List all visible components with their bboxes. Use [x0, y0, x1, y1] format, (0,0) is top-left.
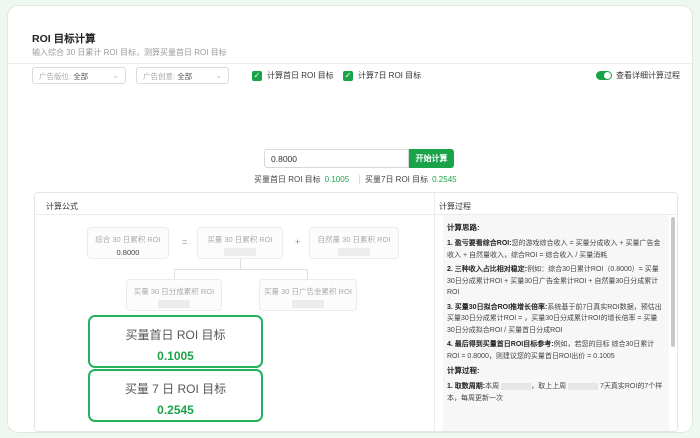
- node-total-roi: 综合 30 日累积 ROI 0.8000: [87, 227, 169, 259]
- process-step: 3. 买量30日拟合ROI推增长倍率:系统基于前7日真实ROI数据，预估出买量3…: [447, 302, 665, 337]
- calc-day7-label: 计算7日 ROI 目标: [358, 71, 422, 80]
- node-paid-roi: 买量 30 日累积 ROI: [197, 227, 283, 259]
- process-step: 1. 取数周期:本周 ，取上上周 7天真实ROI的7个样本，每周更新一次: [447, 381, 665, 404]
- chevron-down-icon: ⌄: [112, 71, 119, 80]
- calc-step-text-2: ，取上上周: [531, 383, 567, 390]
- node-total-value: 0.8000: [116, 248, 140, 257]
- result-divider: [359, 175, 360, 184]
- node-natural-value-blank: [338, 248, 370, 256]
- start-calc-button[interactable]: 开始计算: [409, 149, 454, 168]
- node-adrev-roi: 买量 30 日广告金累积 ROI: [259, 279, 357, 311]
- node-share-value-blank: [158, 300, 190, 308]
- panel-vertical-divider: [434, 193, 435, 431]
- redacted-block: [501, 382, 532, 390]
- calc-step-text-1: 本周: [485, 383, 500, 390]
- calc-day1-label: 计算首日 ROI 目标: [267, 71, 334, 80]
- page-subtitle: 输入综合 30 日累计 ROI 目标，测算买量首日 ROI 目标: [32, 48, 227, 57]
- process-step: 2. 三种收入占比相对稳定:例如：综合30日累计ROI（0.8000）= 买量3…: [447, 264, 665, 299]
- equals-sign: =: [182, 237, 188, 247]
- chevron-down-icon: ⌄: [215, 71, 222, 80]
- tree-connector: [240, 259, 241, 269]
- process-title: 计算过程: [439, 202, 471, 211]
- node-paid-value-blank: [224, 248, 256, 256]
- day1-result-label: 买量首日 ROI 目标: [254, 175, 321, 184]
- roi-calculator-window: ROI 目标计算 输入综合 30 日累计 ROI 目标，测算买量首日 ROI 目…: [8, 6, 692, 432]
- day7-result-label: 买量7日 ROI 目标: [365, 175, 429, 184]
- ad-creative-select[interactable]: 广告创意: 全部 ⌄: [136, 67, 229, 84]
- node-adrev-label: 买量 30 日广告金累积 ROI: [264, 287, 352, 296]
- tree-connector: [174, 269, 308, 270]
- page-title: ROI 目标计算: [32, 33, 96, 45]
- node-share-label: 买量 30 日分成累积 ROI: [133, 287, 215, 296]
- day1-result-value: 0.1005: [324, 175, 350, 184]
- day7-card-value: 0.2545: [157, 403, 194, 417]
- step-2-head: 2. 三种收入占比相对稳定:: [447, 266, 528, 273]
- day1-card-value: 0.1005: [157, 349, 194, 363]
- detail-toggle-wrap: 查看详细计算过程: [596, 70, 680, 81]
- ad-slot-select[interactable]: 广告版位: 全部 ⌄: [32, 67, 126, 84]
- roi-target-input[interactable]: 0.8000: [264, 149, 409, 168]
- detail-toggle-label: 查看详细计算过程: [616, 71, 680, 80]
- calc-step-head: 1. 取数周期:: [447, 383, 486, 390]
- day7-result: 买量7日 ROI 目标 0.2545: [365, 174, 457, 185]
- node-paid-label: 买量 30 日累积 ROI: [207, 235, 273, 244]
- idea-title: 计算思路:: [447, 223, 480, 232]
- process-step: 4. 最后得到买量首日ROI目标参考:例如，若您的目标 综合30日累计ROI =…: [447, 339, 665, 362]
- ad-creative-value: 全部: [177, 72, 193, 81]
- node-total-label: 综合 30 日累积 ROI: [95, 235, 161, 244]
- header-divider: [8, 63, 692, 64]
- step-1-head: 1. 盈亏要看综合ROI:: [447, 240, 512, 247]
- check-icon: ✓: [252, 70, 262, 81]
- check-icon: ✓: [343, 70, 353, 81]
- process-scroll-area[interactable]: 计算思路: 1. 盈亏要看综合ROI:您的游戏综合收入 = 买量分成收入 + 买…: [443, 215, 669, 431]
- node-natural-roi: 自然量 30 日累积 ROI: [309, 227, 399, 259]
- node-adrev-value-blank: [292, 300, 324, 308]
- detail-toggle-switch[interactable]: [596, 71, 612, 80]
- day1-result: 买量首日 ROI 目标 0.1005: [254, 174, 349, 185]
- process-step: 1. 盈亏要看综合ROI:您的游戏综合收入 = 买量分成收入 + 买量广告金收入…: [447, 238, 665, 261]
- step-3-head: 3. 买量30日拟合ROI推增长倍率:: [447, 303, 548, 311]
- tree-connector: [174, 269, 175, 279]
- day7-card-title: 买量 7 日 ROI 目标: [124, 382, 227, 396]
- calc-day7-checkbox[interactable]: ✓ 计算7日 ROI 目标: [343, 70, 421, 81]
- plus-sign: +: [295, 237, 301, 247]
- ad-slot-value: 全部: [73, 72, 89, 81]
- node-natural-label: 自然量 30 日累积 ROI: [317, 235, 391, 244]
- tree-connector: [307, 269, 308, 279]
- day7-result-value: 0.2545: [432, 175, 457, 184]
- day1-card-title: 买量首日 ROI 目标: [125, 328, 226, 342]
- step-4-head: 4. 最后得到买量首日ROI目标参考:: [447, 341, 554, 348]
- node-share-roi: 买量 30 日分成累积 ROI: [126, 279, 222, 311]
- calc-day1-checkbox[interactable]: ✓ 计算首日 ROI 目标: [252, 70, 334, 81]
- ad-creative-label: 广告创意:: [143, 72, 176, 81]
- formula-title: 计算公式: [46, 202, 78, 211]
- process-scrollbar[interactable]: [671, 217, 675, 347]
- calc-process-title: 计算过程:: [447, 366, 480, 375]
- ad-slot-label: 广告版位:: [39, 72, 72, 81]
- day1-target-card: 买量首日 ROI 目标 0.1005: [88, 315, 263, 368]
- day7-target-card: 买量 7 日 ROI 目标 0.2545: [88, 369, 263, 422]
- redacted-block: [568, 382, 599, 390]
